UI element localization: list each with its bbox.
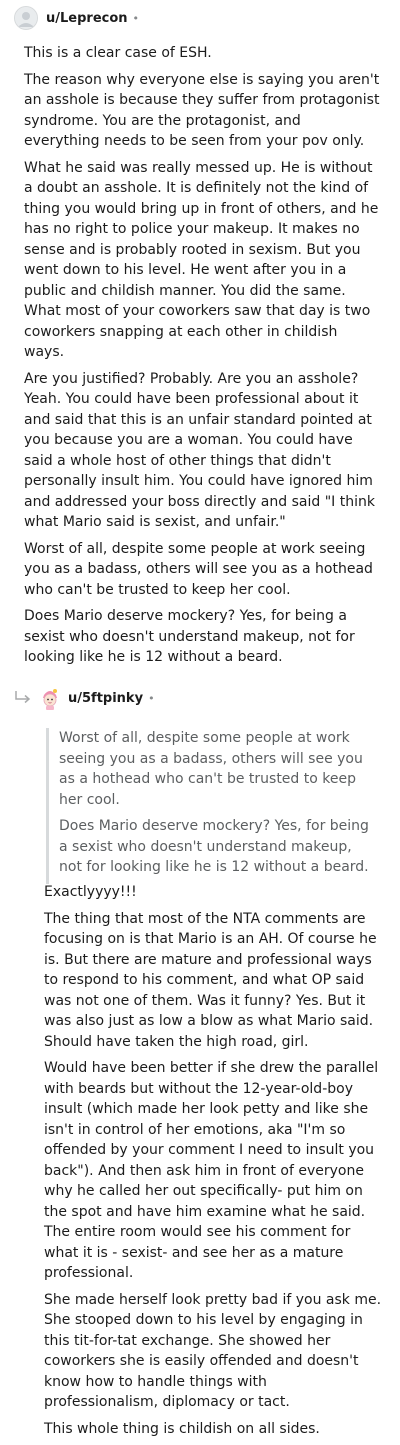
comment-header: u/Leprecon • xyxy=(14,4,139,32)
default-avatar-icon[interactable] xyxy=(14,6,38,30)
comment-paragraph: Worst of all, despite some people at wor… xyxy=(24,540,373,598)
quote-paragraph: Worst of all, despite some people at wor… xyxy=(59,730,363,808)
reply-arrow-icon xyxy=(14,690,34,710)
comment-body: This is a clear case of ESH. The reason … xyxy=(24,43,380,674)
username-link[interactable]: u/Leprecon xyxy=(46,11,128,26)
pink-character-avatar-icon[interactable] xyxy=(40,686,60,710)
comment-paragraph: Are you justified? Probably. Are you an … xyxy=(24,370,375,531)
username-link[interactable]: u/5ftpinky xyxy=(68,691,143,706)
comment-paragraph: Exactlyyyy!!! xyxy=(44,884,137,900)
comment-paragraph: This is a clear case of ESH. xyxy=(24,45,212,61)
quote-paragraph: Does Mario deserve mockery? Yes, for bei… xyxy=(59,818,369,875)
comment-paragraph: The thing that most of the NTA comments … xyxy=(44,910,377,1050)
comment-body: Exactlyyyy!!! The thing that most of the… xyxy=(44,882,384,1445)
separator-dot: • xyxy=(132,11,140,25)
comment-paragraph: Does Mario deserve mockery? Yes, for bei… xyxy=(24,608,355,665)
comment-header: u/5ftpinky • xyxy=(40,684,155,712)
blockquote: Worst of all, despite some people at wor… xyxy=(46,728,376,884)
comment-paragraph: She made herself look pretty bad if you … xyxy=(44,1291,382,1411)
comment-paragraph: The reason why everyone else is saying y… xyxy=(24,71,380,150)
separator-dot: • xyxy=(148,691,155,705)
comment-paragraph: This whole thing is childish on all side… xyxy=(44,1420,320,1437)
comment-paragraph: What he said was really messed up. He is… xyxy=(24,159,379,361)
comment-paragraph: Would have been better if she drew the p… xyxy=(44,1060,379,1281)
